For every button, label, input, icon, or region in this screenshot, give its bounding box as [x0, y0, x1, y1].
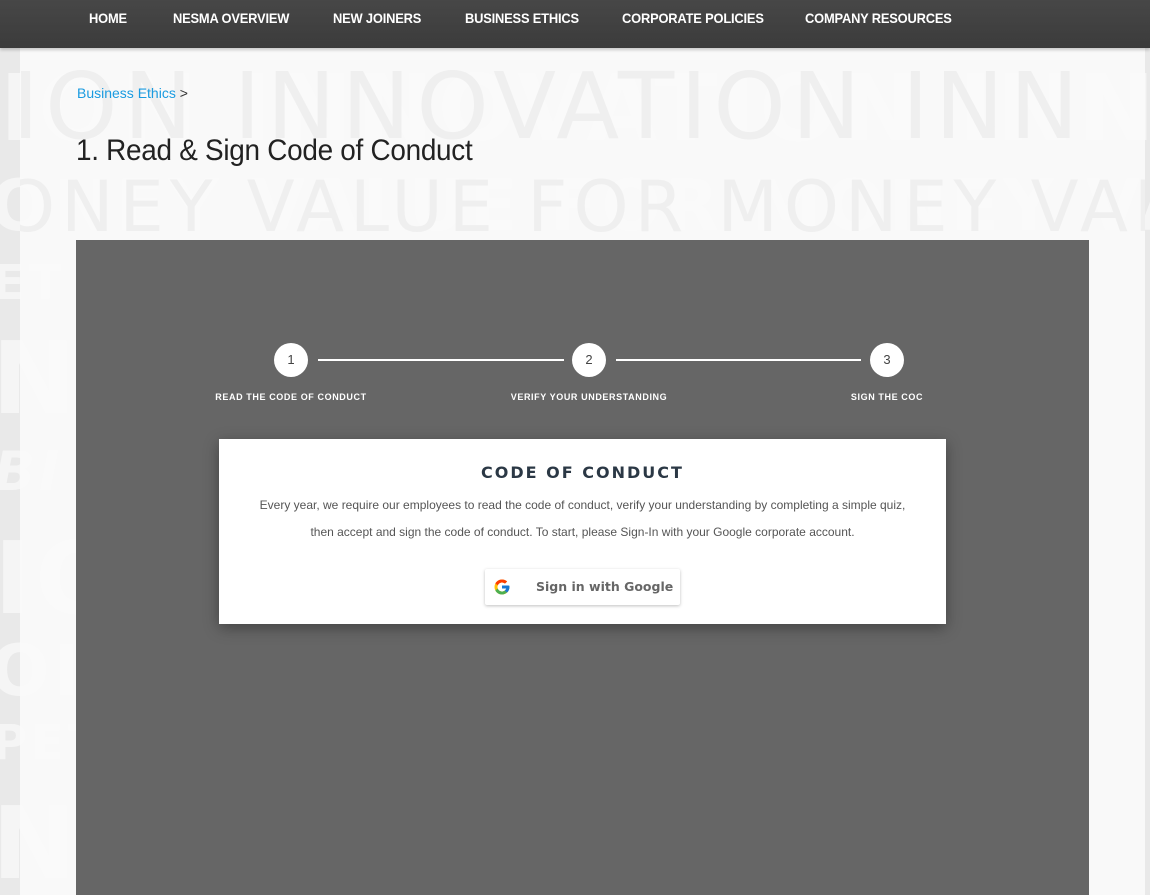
- nav-nesma-overview[interactable]: NESMA OVERVIEW: [173, 10, 289, 26]
- google-icon: [494, 579, 510, 595]
- breadcrumb: Business Ethics >: [77, 85, 188, 101]
- coc-title: CODE OF CONDUCT: [481, 463, 684, 482]
- step-3-label: SIGN THE COC: [850, 392, 924, 402]
- nav-corporate-policies[interactable]: CORPORATE POLICIES: [622, 10, 764, 26]
- coc-description: Every year, we require our employees to …: [259, 498, 906, 539]
- step-2-label: VERIFY YOUR UNDERSTANDING: [510, 392, 668, 402]
- nav-home[interactable]: HOME: [89, 10, 127, 26]
- step-1-label: READ THE CODE OF CONDUCT: [215, 392, 367, 402]
- google-signin-label: Sign in with Google: [536, 579, 674, 594]
- step-connector: [616, 359, 861, 361]
- nav-new-joiners[interactable]: NEW JOINERS: [333, 10, 421, 26]
- breadcrumb-separator: >: [179, 85, 188, 101]
- coc-panel: 1 2 3 READ THE CODE OF CONDUCT VERIFY YO…: [76, 240, 1089, 895]
- breadcrumb-link-business-ethics[interactable]: Business Ethics: [77, 85, 176, 101]
- google-signin-button[interactable]: Sign in with Google: [485, 569, 680, 605]
- coc-card: CODE OF CONDUCT Every year, we require o…: [219, 439, 946, 624]
- step-3-circle: 3: [870, 343, 904, 377]
- watermark-line: ONEY VALUE FOR MONEY VALU: [20, 166, 1145, 248]
- step-connector: [318, 359, 564, 361]
- step-2-circle: 2: [572, 343, 606, 377]
- nav-company-resources[interactable]: COMPANY RESOURCES: [805, 10, 952, 26]
- nav-business-ethics[interactable]: BUSINESS ETHICS: [465, 10, 579, 26]
- step-1-circle: 1: [274, 343, 308, 377]
- page-title: 1. Read & Sign Code of Conduct: [76, 134, 473, 167]
- top-nav: HOME NESMA OVERVIEW NEW JOINERS BUSINESS…: [0, 0, 1150, 48]
